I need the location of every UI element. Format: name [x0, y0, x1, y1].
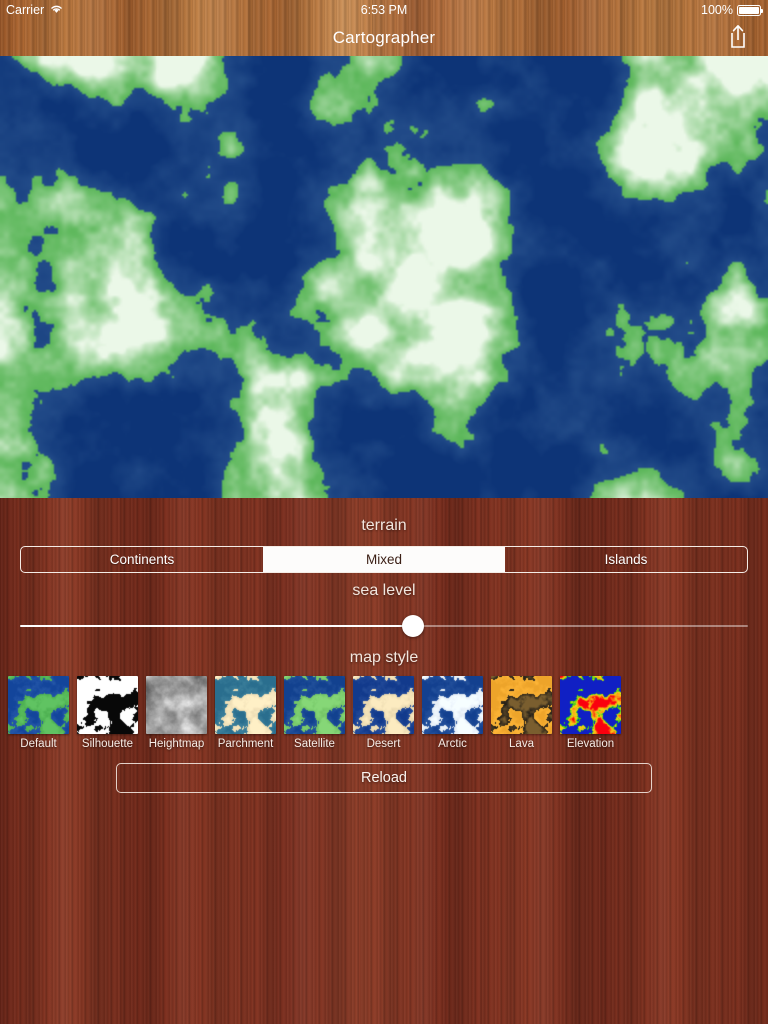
map-style-item-default[interactable]: Default [8, 676, 69, 758]
terrain-option-mixed[interactable]: Mixed [263, 547, 505, 572]
map-style-label: Default [20, 738, 57, 750]
terrain-segmented-control[interactable]: Continents Mixed Islands [20, 546, 748, 573]
map-style-item-silhouette[interactable]: Silhouette [77, 676, 138, 758]
map-style-item-lava[interactable]: Lava [491, 676, 552, 758]
terrain-option-label: Continents [109, 552, 175, 567]
map-style-item-parchment[interactable]: Parchment [215, 676, 276, 758]
generated-map-canvas [0, 56, 768, 498]
map-style-thumbnail [8, 676, 69, 734]
controls-panel: terrain Continents Mixed Islands sea lev… [0, 498, 768, 1024]
battery-percent-label: 100% [701, 3, 733, 17]
sea-level-section-label: sea level [352, 582, 416, 599]
status-bar: Carrier 6:53 PM 100% [0, 0, 768, 20]
map-style-item-heightmap[interactable]: Heightmap [146, 676, 207, 758]
map-style-section-label: map style [349, 649, 419, 666]
terrain-option-islands[interactable]: Islands [505, 547, 747, 572]
map-style-label: Elevation [566, 738, 615, 750]
map-style-item-elevation[interactable]: Elevation [560, 676, 621, 758]
map-style-item-satellite[interactable]: Satellite [284, 676, 345, 758]
status-bar-right: 100% [701, 0, 763, 20]
map-style-thumbnail [77, 676, 138, 734]
map-style-label: Heightmap [148, 738, 205, 750]
map-style-label: Parchment [217, 738, 274, 750]
page-title: Cartographer [332, 28, 436, 47]
map-style-thumbnail [560, 676, 621, 734]
status-bar-clock: 6:53 PM [360, 3, 408, 17]
map-style-label: Arctic [438, 738, 467, 750]
map-style-label: Silhouette [81, 738, 134, 750]
map-style-list[interactable]: Default Silhouette Heightmap Parchment Satel… [8, 676, 760, 758]
share-button[interactable] [722, 22, 754, 54]
slider-track-remaining [414, 625, 748, 627]
navigation-bar: Cartographer [0, 20, 768, 56]
map-style-thumbnail [353, 676, 414, 734]
map-style-item-desert[interactable]: Desert [353, 676, 414, 758]
terrain-section-label: terrain [361, 517, 407, 534]
map-style-thumbnail [146, 676, 207, 734]
slider-thumb[interactable] [402, 615, 425, 637]
reload-button-label: Reload [361, 770, 407, 786]
map-style-label: Desert [366, 738, 401, 750]
sea-level-slider[interactable] [20, 612, 748, 640]
map-style-thumbnail [215, 676, 276, 734]
map-style-thumbnail [422, 676, 483, 734]
terrain-option-label: Mixed [365, 552, 402, 567]
map-style-label: Satellite [294, 738, 335, 750]
reload-button[interactable]: Reload [116, 763, 652, 793]
slider-track-filled [20, 625, 413, 627]
map-style-thumbnail [284, 676, 345, 734]
share-icon [727, 23, 749, 54]
battery-full-icon [737, 4, 763, 16]
terrain-option-label: Islands [604, 552, 648, 567]
map-style-label: Lava [509, 738, 534, 750]
map-view[interactable] [0, 56, 768, 498]
map-style-item-arctic[interactable]: Arctic [422, 676, 483, 758]
terrain-option-continents[interactable]: Continents [21, 547, 263, 572]
map-style-thumbnail [491, 676, 552, 734]
